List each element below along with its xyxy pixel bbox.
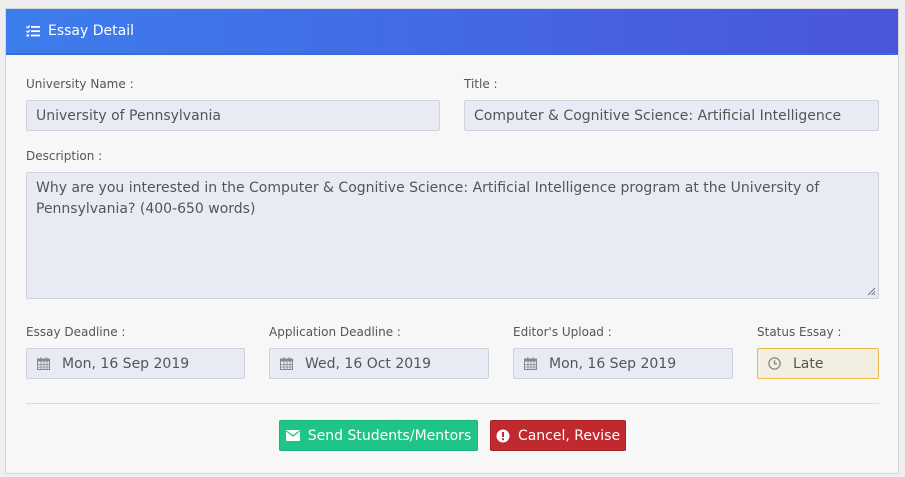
send-students-mentors-button[interactable]: Send Students/Mentors <box>279 420 478 451</box>
calendar-icon <box>280 357 293 370</box>
essay-deadline-label: Essay Deadline : <box>26 325 126 339</box>
description-value: Why are you interested in the Computer &… <box>36 180 820 217</box>
application-deadline-value: Wed, 16 Oct 2019 <box>305 355 431 372</box>
university-name-field[interactable]: University of Pennsylvania <box>26 100 440 131</box>
clock-icon <box>768 357 781 370</box>
resize-handle-icon[interactable] <box>867 287 876 296</box>
cancel-revise-button[interactable]: Cancel, Revise <box>490 420 626 451</box>
essay-detail-card: Essay Detail University Name : Universit… <box>5 8 899 474</box>
description-textarea[interactable]: Why are you interested in the Computer &… <box>26 172 879 299</box>
editors-upload-value: Mon, 16 Sep 2019 <box>549 355 677 372</box>
essay-deadline-field[interactable]: Mon, 16 Sep 2019 <box>26 348 245 379</box>
application-deadline-label: Application Deadline : <box>269 325 401 339</box>
title-label: Title : <box>464 77 498 91</box>
list-check-icon <box>26 25 40 37</box>
card-header: Essay Detail <box>6 9 898 55</box>
card-title: Essay Detail <box>48 23 134 39</box>
status-essay-label: Status Essay : <box>757 325 842 339</box>
send-button-label: Send Students/Mentors <box>307 427 472 444</box>
essay-deadline-value: Mon, 16 Sep 2019 <box>62 355 190 372</box>
calendar-icon <box>37 357 50 370</box>
description-label: Description : <box>26 149 103 163</box>
calendar-icon <box>524 357 537 370</box>
university-name-label: University Name : <box>26 77 134 91</box>
application-deadline-field[interactable]: Wed, 16 Oct 2019 <box>269 348 489 379</box>
status-essay-field[interactable]: Late <box>757 348 879 379</box>
status-essay-value: Late <box>793 355 824 372</box>
cancel-button-label: Cancel, Revise <box>517 427 621 444</box>
envelope-icon <box>285 430 300 441</box>
exclamation-circle-icon <box>496 429 510 442</box>
university-name-value: University of Pennsylvania <box>36 107 221 124</box>
title-value: Computer & Cognitive Science: Artificial… <box>474 107 842 124</box>
divider <box>26 403 879 404</box>
editors-upload-label: Editor's Upload : <box>513 325 612 339</box>
title-field[interactable]: Computer & Cognitive Science: Artificial… <box>464 100 879 131</box>
editors-upload-field[interactable]: Mon, 16 Sep 2019 <box>513 348 733 379</box>
